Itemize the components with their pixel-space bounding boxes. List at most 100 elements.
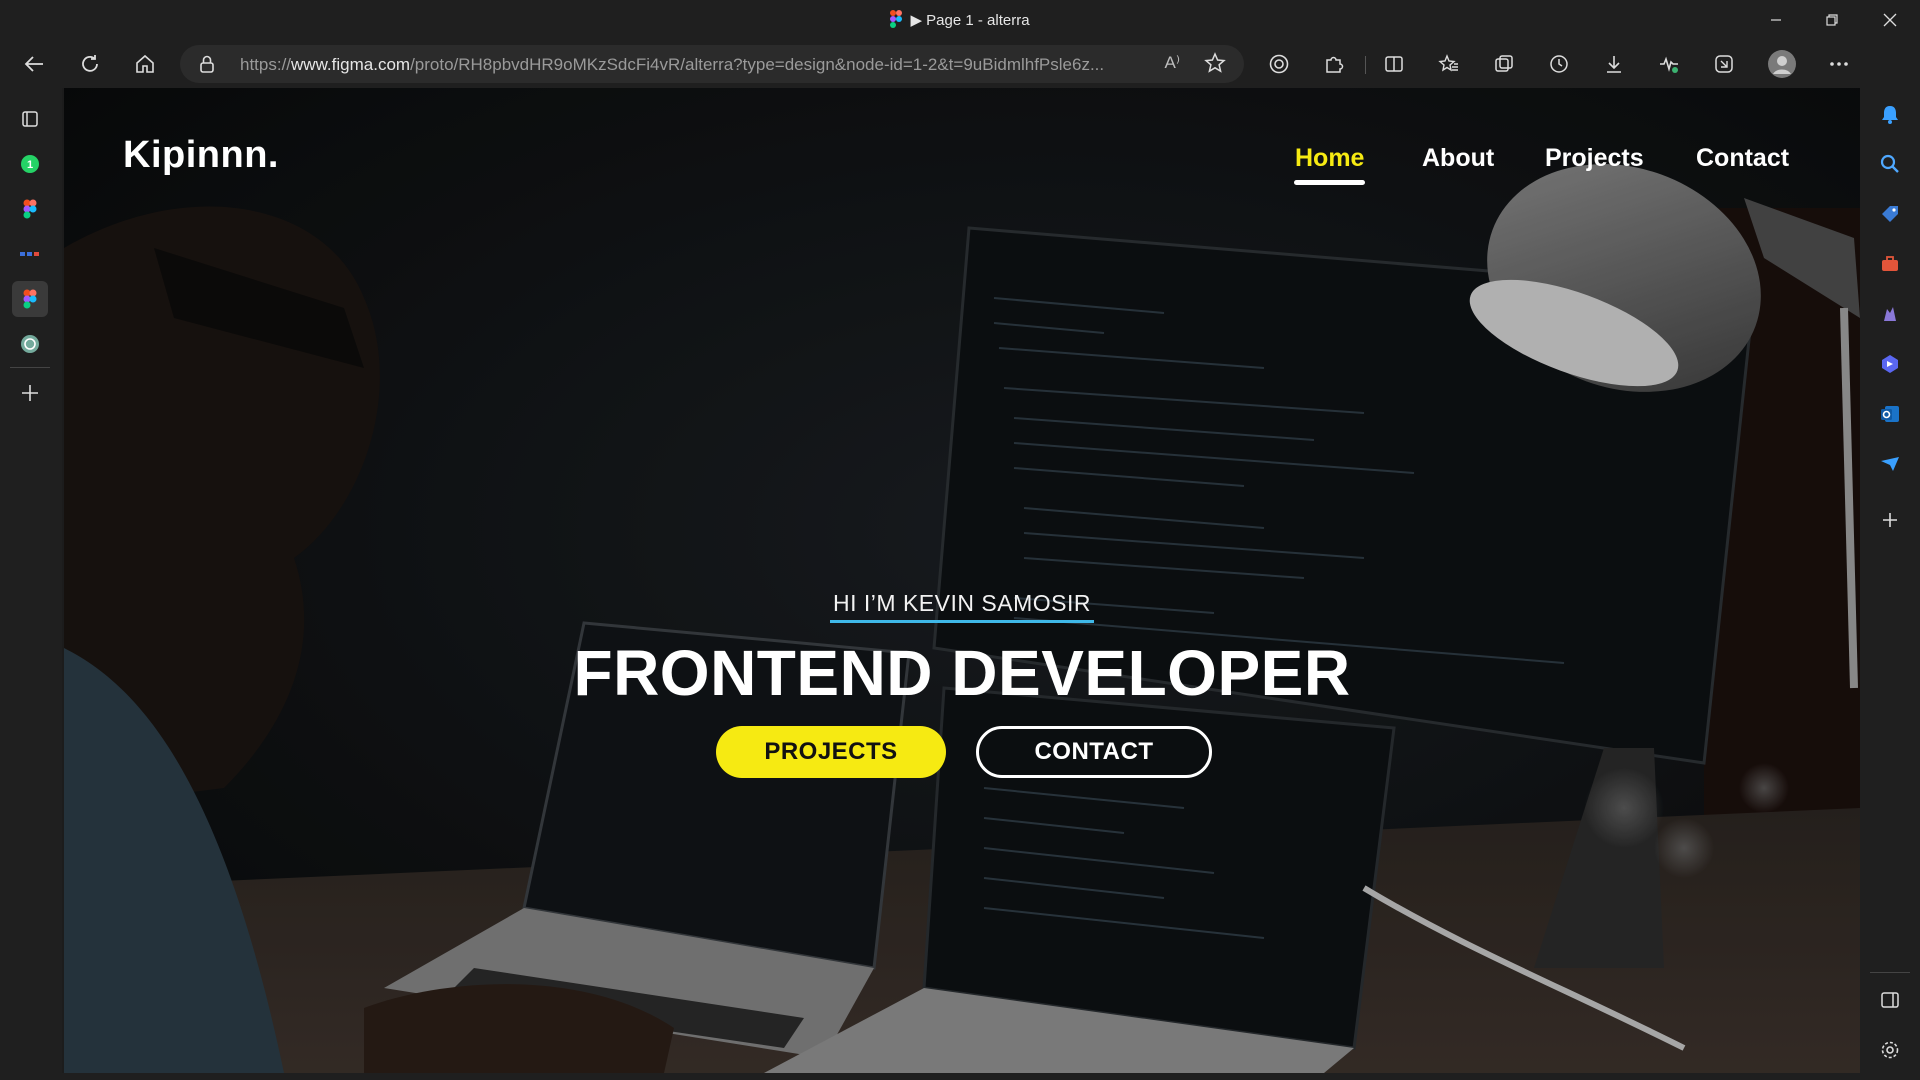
dark-overlay xyxy=(64,88,1860,1073)
copilot-icon xyxy=(1882,355,1898,373)
restore-icon xyxy=(1826,14,1838,26)
send-icon xyxy=(1881,457,1899,471)
greeting-underline xyxy=(830,620,1094,623)
split-screen-icon xyxy=(1385,56,1403,72)
nav-home[interactable]: Home xyxy=(1295,144,1364,173)
nav-about[interactable]: About xyxy=(1422,144,1494,173)
add-icon xyxy=(22,385,38,401)
window-title-text: ▶ Page 1 - alterra xyxy=(910,12,1030,29)
more-button[interactable] xyxy=(1821,46,1857,82)
back-icon xyxy=(24,56,43,72)
back-button[interactable] xyxy=(16,46,52,82)
projects-button[interactable]: PROJECTS xyxy=(716,726,946,778)
address-bar[interactable]: https://www.figma.com/proto/RH8pbvdHR9oM… xyxy=(180,45,1244,83)
favorite-star-icon[interactable] xyxy=(1204,52,1226,79)
figma-active-tab-button[interactable] xyxy=(12,281,48,317)
performance-button[interactable] xyxy=(1651,46,1687,82)
favorites-icon xyxy=(1438,54,1458,72)
shopping-tag-icon xyxy=(1882,206,1898,222)
collections-button[interactable] xyxy=(1486,46,1522,82)
downloads-icon xyxy=(1607,56,1621,73)
tab-actions-button[interactable] xyxy=(12,101,48,137)
sidebar-divider xyxy=(10,367,50,368)
sidebar-toggle-button[interactable] xyxy=(1872,982,1908,1018)
send-button[interactable] xyxy=(1872,446,1908,482)
url-text[interactable]: https://www.figma.com/proto/RH8pbvdHR9oM… xyxy=(240,55,1140,75)
hero-greeting: HI I’M KEVIN SAMOSIR xyxy=(833,590,1091,616)
minimize-icon xyxy=(1771,19,1781,21)
shopping-button[interactable] xyxy=(1872,196,1908,232)
title-bar: ▶ Page 1 - alterra xyxy=(0,0,1920,40)
nav-contact[interactable]: Contact xyxy=(1696,144,1789,173)
add-app-button[interactable] xyxy=(12,375,48,411)
whatsapp-icon: 1 xyxy=(21,155,39,173)
minimize-button[interactable] xyxy=(1748,0,1804,40)
contact-button[interactable]: CONTACT xyxy=(976,726,1212,778)
browser-toolbar: https://www.figma.com/proto/RH8pbvdHR9oM… xyxy=(0,40,1920,88)
window-title: ▶ Page 1 - alterra xyxy=(0,10,1920,32)
profile-button[interactable] xyxy=(1764,46,1800,82)
games-icon xyxy=(1884,307,1896,321)
url-prefix: https:// xyxy=(240,55,292,74)
tools-icon xyxy=(1882,256,1898,271)
profile-avatar xyxy=(1768,50,1796,78)
figma-app-button[interactable] xyxy=(12,191,48,227)
favorites-button[interactable] xyxy=(1431,46,1467,82)
search-icon xyxy=(1880,154,1899,173)
whatsapp-badge: 1 xyxy=(27,159,33,171)
outlook-icon xyxy=(1881,406,1899,422)
close-button[interactable] xyxy=(1862,0,1918,40)
lock-icon xyxy=(198,54,216,79)
split-screen-button[interactable] xyxy=(1376,46,1412,82)
settings-button[interactable] xyxy=(1872,1032,1908,1068)
tracking-icon xyxy=(1269,54,1289,74)
collections-icon xyxy=(1495,55,1513,72)
figma-active-icon xyxy=(23,289,37,309)
tools-button[interactable] xyxy=(1872,246,1908,282)
downloads-button[interactable] xyxy=(1596,46,1632,82)
home-button[interactable] xyxy=(127,46,163,82)
refresh-icon xyxy=(82,55,98,72)
read-aloud-icon[interactable]: A⁾ xyxy=(1164,53,1180,73)
sidebar-toggle-icon xyxy=(1881,992,1899,1008)
history-button[interactable] xyxy=(1541,46,1577,82)
copilot-screen-icon xyxy=(1715,55,1733,73)
notification-button[interactable] xyxy=(1872,96,1908,132)
home-icon xyxy=(136,54,154,73)
search-button[interactable] xyxy=(1872,146,1908,182)
url-path: /proto/RH8pbvdHR9oMKzSdcFi4vR/alterra?ty… xyxy=(410,55,1105,74)
figma-icon xyxy=(23,199,37,219)
outlook-button[interactable] xyxy=(1872,396,1908,432)
whatsapp-button[interactable]: 1 xyxy=(12,146,48,182)
toolbar-divider xyxy=(1365,56,1366,74)
right-sidebar xyxy=(1860,40,1920,1080)
extensions-icon xyxy=(1326,56,1344,73)
copilot-button[interactable] xyxy=(1872,346,1908,382)
games-button[interactable] xyxy=(1872,296,1908,332)
close-icon xyxy=(1883,13,1897,27)
hero-headline: FRONTEND DEVELOPER xyxy=(573,637,1351,709)
left-sidebar: 1 xyxy=(0,88,62,1080)
nav-projects[interactable]: Projects xyxy=(1545,144,1644,173)
performance-icon xyxy=(1660,56,1678,73)
extensions-button[interactable] xyxy=(1316,46,1352,82)
devtools-app-button[interactable] xyxy=(12,236,48,272)
notification-icon xyxy=(1882,106,1898,124)
add-sidebar-app-button[interactable] xyxy=(1872,502,1908,538)
chatgpt-icon xyxy=(21,335,39,353)
nav-active-underline xyxy=(1294,180,1365,185)
restore-button[interactable] xyxy=(1804,0,1860,40)
tracking-button[interactable] xyxy=(1261,46,1297,82)
site-logo[interactable]: Kipinnn. xyxy=(123,134,279,177)
more-icon xyxy=(1830,62,1848,66)
chatgpt-button[interactable] xyxy=(12,326,48,362)
add-icon xyxy=(1883,513,1897,527)
page-viewport: Kipinnn. Home About Projects Contact HI … xyxy=(64,88,1860,1073)
history-icon xyxy=(1550,55,1568,73)
url-host: www.figma.com xyxy=(291,55,411,74)
devtools-app-icon xyxy=(20,252,39,256)
copilot-screen-button[interactable] xyxy=(1706,46,1742,82)
sidebar-divider xyxy=(1870,972,1910,973)
refresh-button[interactable] xyxy=(72,46,108,82)
tab-actions-icon xyxy=(22,111,38,127)
